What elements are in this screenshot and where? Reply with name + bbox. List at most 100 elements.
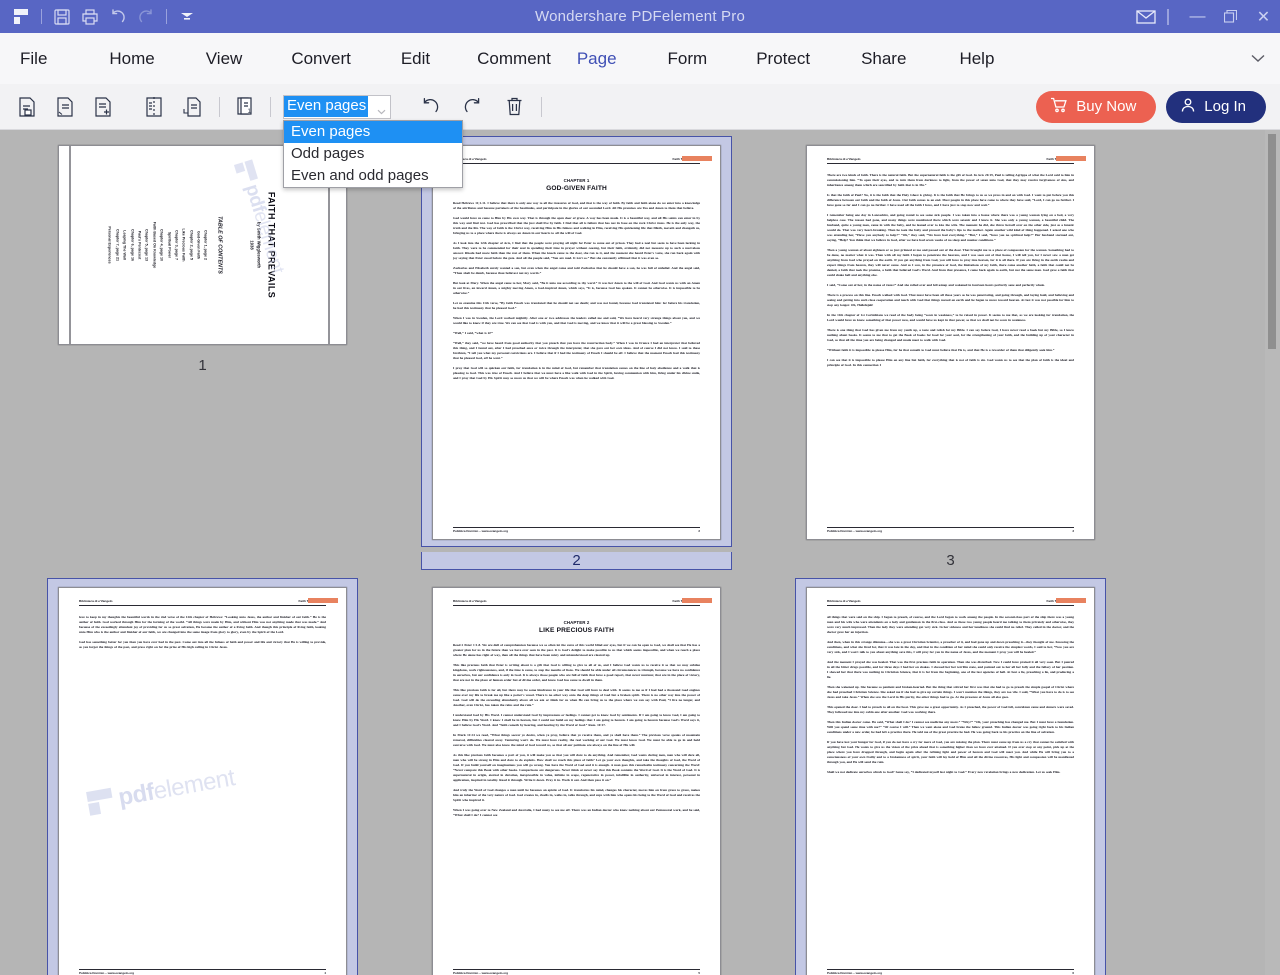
undo-icon[interactable] — [105, 4, 131, 30]
page-thumbnail-cell[interactable]: Biblioteca di e'Vangelo Faith That Preva… — [405, 136, 748, 572]
menu-view[interactable]: View — [206, 49, 243, 69]
header-accent-bar — [682, 598, 712, 603]
page-sheet-4[interactable]: Biblioteca di e'Vangelo Faith That Preva… — [58, 587, 347, 975]
page-running-header: Biblioteca di e'Vangelo Faith That Preva… — [827, 156, 1086, 164]
body-paragraph: This like precious faith that Peter is w… — [453, 662, 700, 682]
body-paragraph: Shall we not dedicate ourselves afresh t… — [827, 769, 1061, 774]
pdfelement-logo-icon[interactable] — [8, 4, 34, 30]
minimize-button[interactable]: — — [1181, 0, 1214, 33]
page-footer: Pubblica Dominio – www.evangelo.org 2 — [453, 526, 700, 533]
vertical-scrollbar[interactable] — [1265, 130, 1280, 975]
page-thumbnail-cell[interactable]: Biblioteca di e'Vangelo Faith That Preva… — [405, 578, 748, 975]
body-paragraph: If you have lost your hunger for God, if… — [827, 739, 1074, 764]
dropdown-option-odd-pages[interactable]: Odd pages — [284, 143, 462, 165]
page-frame-2[interactable]: Biblioteca di e'Vangelo Faith That Preva… — [421, 136, 732, 547]
buy-now-button[interactable]: Buy Now — [1036, 90, 1157, 123]
redo-icon[interactable] — [133, 4, 159, 30]
page-frame-3[interactable]: Biblioteca di e'Vangelo Faith That Preva… — [795, 136, 1106, 547]
toc-entry: Chapter 1, page 2 — [203, 230, 208, 260]
split-page-icon[interactable] — [137, 90, 171, 124]
page-frame-4[interactable]: Biblioteca di e'Vangelo Faith That Preva… — [47, 578, 358, 975]
crop-page-icon[interactable] — [10, 90, 44, 124]
page-thumbnail-cell[interactable]: Biblioteca di e'Vangelo Faith That Preva… — [31, 136, 374, 572]
page-sheet-6[interactable]: Biblioteca di e'Vangelo Faith That Preva… — [806, 587, 1095, 975]
dropdown-option-even-pages[interactable]: Even pages — [284, 120, 462, 143]
page-footer: Pubblica Dominio – www.evangelo.org 6 — [827, 968, 1074, 975]
menu-protect[interactable]: Protect — [756, 49, 810, 69]
toc-entry: Like Precious Faith — [181, 228, 186, 262]
delete-page-icon[interactable] — [497, 90, 531, 124]
page-sheet-2[interactable]: Biblioteca di e'Vangelo Faith That Preva… — [432, 145, 721, 540]
body-paragraph: And then, when in this strange dilemma—s… — [827, 639, 1074, 654]
page-sheet-3[interactable]: Biblioteca di e'Vangelo Faith That Preva… — [806, 145, 1095, 540]
log-in-label: Log In — [1204, 98, 1246, 115]
account-actions: Buy Now Log In — [1036, 90, 1266, 123]
toc-list: Chapter 1, page 2 God-Given Faith Chapte… — [107, 146, 208, 344]
menu-page[interactable]: Page — [577, 49, 617, 69]
rotate-left-icon[interactable] — [413, 90, 447, 124]
body-paragraph: In the 11th chapter of 1st Corinthians w… — [827, 312, 1074, 322]
save-icon[interactable] — [49, 4, 75, 30]
page-footer: Pubblica Dominio – www.evangelo.org 3 — [827, 526, 1074, 533]
body-paragraph: I remember being one day in Lancashire, … — [827, 212, 1074, 242]
toolbar-separator-2 — [166, 9, 167, 24]
page-footer: Pubblica Dominio – www.evangelo.org 4 — [79, 968, 326, 975]
page-range-combobox[interactable]: Even pages Even pages Odd pages Even and… — [283, 94, 463, 188]
page-thumbnail-cell[interactable]: Biblioteca di e'Vangelo Faith That Preva… — [779, 578, 1122, 975]
footer-left-text: Pubblica Dominio – www.evangelo.org — [453, 529, 509, 533]
body-paragraph: There is a process on this line. Enoch w… — [827, 292, 1074, 307]
header-accent-bar — [308, 598, 338, 603]
toc-entry: Chapter 4, page 10 — [159, 229, 164, 261]
footer-left-text: Pubblica Dominio – www.evangelo.org — [453, 971, 509, 975]
page-thumbnail-cell[interactable]: Biblioteca di e'Vangelo Faith That Preva… — [779, 136, 1122, 572]
body-paragraph: “Well,” I said, “what is it?” — [453, 330, 494, 335]
page-thumbnail-cell[interactable]: Biblioteca di e'Vangelo Faith That Preva… — [31, 578, 374, 975]
header-left-text: Biblioteca di e'Vangelo — [453, 599, 487, 603]
menu-file[interactable]: File — [20, 49, 47, 69]
chevron-down-icon[interactable] — [377, 102, 386, 120]
page-sheet-5[interactable]: Biblioteca di e'Vangelo Faith That Preva… — [432, 587, 721, 975]
menu-share[interactable]: Share — [861, 49, 906, 69]
customize-quick-access-icon[interactable] — [174, 4, 200, 30]
menu-home[interactable]: Home — [109, 49, 154, 69]
replace-page-icon[interactable] — [175, 90, 209, 124]
restore-button[interactable] — [1214, 0, 1247, 33]
toc-entry: Personal Experiences — [107, 226, 112, 264]
extract-page-icon[interactable] — [48, 90, 82, 124]
log-in-button[interactable]: Log In — [1166, 90, 1266, 123]
menu-form[interactable]: Form — [668, 49, 708, 69]
ribbon-separator-1 — [219, 96, 220, 117]
close-button[interactable]: ✕ — [1247, 0, 1280, 33]
chapter-label: CHAPTER 1 — [563, 177, 590, 183]
toolbar-separator — [41, 9, 42, 24]
chevron-down-icon[interactable] — [1250, 50, 1266, 68]
vertical-scrollbar-thumb[interactable] — [1268, 134, 1276, 349]
menu-edit[interactable]: Edit — [401, 49, 430, 69]
ribbon-separator-3 — [541, 96, 542, 117]
thumbnail-grid: Biblioteca di e'Vangelo Faith That Preva… — [0, 130, 1244, 975]
menu-help[interactable]: Help — [959, 49, 994, 69]
insert-page-icon[interactable] — [86, 90, 120, 124]
user-icon — [1180, 97, 1196, 117]
page-thumbnail-workspace[interactable]: Biblioteca di e'Vangelo Faith That Preva… — [0, 130, 1280, 975]
page-label-icon[interactable]: 1 — [228, 90, 262, 124]
print-icon[interactable] — [77, 4, 103, 30]
page-frame-5[interactable]: Biblioteca di e'Vangelo Faith That Preva… — [421, 578, 732, 975]
toc-entry: Chapter 6, page 16 — [129, 229, 134, 261]
mail-icon[interactable] — [1129, 0, 1163, 33]
page-frame-6[interactable]: Biblioteca di e'Vangelo Faith That Preva… — [795, 578, 1106, 975]
menu-bar: File Home View Convert Edit Comment Page… — [0, 33, 1280, 84]
rotate-right-icon[interactable] — [455, 90, 489, 124]
toc-entry: Chapter 5, page 13 — [144, 229, 149, 261]
menu-comment[interactable]: Comment — [477, 49, 551, 69]
page-running-header: Biblioteca di e'Vangelo Faith That Preva… — [79, 598, 338, 606]
page-footer: Pubblica Dominio – www.evangelo.org — [64, 146, 71, 344]
page-range-combobox-field[interactable]: Even pages — [283, 94, 391, 119]
dropdown-option-even-and-odd-pages[interactable]: Even and odd pages — [284, 165, 462, 187]
menu-convert[interactable]: Convert — [291, 49, 351, 69]
footer-page-label: 3 — [1072, 529, 1074, 533]
body-paragraph: I said, “Come out of her, in the name of… — [827, 282, 1045, 287]
body-paragraph: “Well,” they said, “we have heard from g… — [453, 340, 700, 360]
page-range-dropdown-list[interactable]: Even pages Odd pages Even and odd pages — [283, 119, 463, 188]
page-number-label-2: 2 — [421, 552, 732, 570]
